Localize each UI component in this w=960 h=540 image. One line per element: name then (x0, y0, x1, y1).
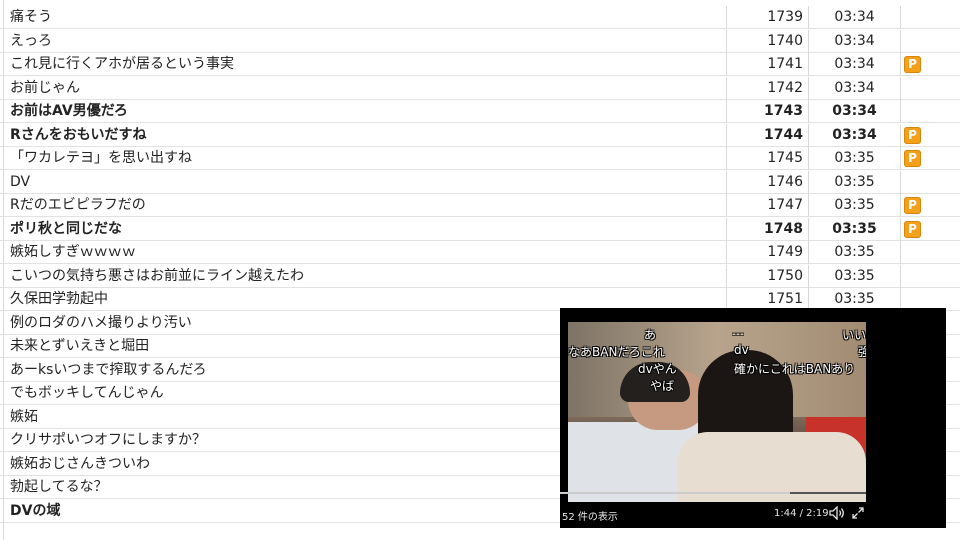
premium-cell (900, 6, 960, 29)
volume-icon[interactable] (829, 506, 845, 520)
comment-time: 03:35 (808, 218, 900, 241)
comment-number: 1747 (726, 194, 808, 217)
premium-badge-icon: P (904, 127, 921, 144)
comment-time: 03:34 (808, 124, 900, 147)
premium-cell (900, 241, 960, 264)
comment-text: ポリ秋と同じだな (10, 221, 122, 237)
table-row[interactable]: DV 1746 03:35 (0, 171, 960, 194)
premium-cell (900, 77, 960, 100)
danmaku-comment: dvやん (638, 362, 677, 376)
comment-count-label: 52 件の表示 (562, 512, 618, 523)
comment-text: Rさんをおもいだすね (10, 127, 147, 143)
comment-number: 1743 (726, 100, 808, 123)
comment-number: 1750 (726, 265, 808, 288)
danmaku-comment: いい (842, 328, 866, 342)
premium-cell: P (900, 147, 960, 170)
premium-badge-icon: P (904, 56, 921, 73)
premium-cell (900, 100, 960, 123)
table-row[interactable]: えっろ 1740 03:34 (0, 30, 960, 53)
danmaku-comment: やば (650, 379, 675, 393)
comment-text: えっろ (10, 33, 52, 49)
comment-number: 1739 (726, 6, 808, 29)
comment-text: お前はAV男優だろ (10, 103, 128, 119)
comment-number: 1748 (726, 218, 808, 241)
comment-text: 痛そう (10, 9, 52, 25)
comment-time: 03:34 (808, 30, 900, 53)
danmaku-comment: dv (734, 343, 749, 357)
table-row[interactable]: Rだのエビピラフだの 1747 03:35 P (0, 194, 960, 217)
comment-time: 03:35 (808, 265, 900, 288)
comment-time: 03:34 (808, 77, 900, 100)
danmaku-comment: あ (644, 328, 657, 342)
comment-number: 1744 (726, 124, 808, 147)
comment-text: お前じゃん (10, 80, 80, 96)
comment-text: 嫉妬しすぎｗｗｗｗ (10, 244, 136, 260)
fullscreen-icon[interactable] (852, 507, 864, 519)
premium-badge-icon: P (904, 197, 921, 214)
comment-text: Rだのエビピラフだの (10, 197, 146, 213)
video-frame[interactable]: あ … いい なあBANだろこれ dv 強 dvやん 確かにこれはBANあり や… (568, 322, 866, 502)
premium-cell: P (900, 218, 960, 241)
premium-cell (900, 171, 960, 194)
video-player[interactable]: あ … いい なあBANだろこれ dv 強 dvやん 確かにこれはBANあり や… (560, 308, 946, 528)
comment-time: 03:34 (808, 100, 900, 123)
table-row[interactable]: 「ワカレテヨ」を思い出すね 1745 03:35 P (0, 147, 960, 170)
table-row[interactable]: 痛そう 1739 03:34 (0, 6, 960, 29)
premium-cell: P (900, 124, 960, 147)
comment-number: 1742 (726, 77, 808, 100)
table-row[interactable]: 嫉妬しすぎｗｗｗｗ 1749 03:35 (0, 241, 960, 264)
comment-number: 1746 (726, 171, 808, 194)
table-row[interactable]: Rさんをおもいだすね 1744 03:34 P (0, 124, 960, 147)
premium-cell: P (900, 53, 960, 76)
comment-time: 03:34 (808, 6, 900, 29)
comment-time: 03:35 (808, 241, 900, 264)
seek-bar-fill (560, 492, 790, 494)
danmaku-comment: … (732, 324, 744, 338)
comment-text: DV (10, 174, 31, 190)
table-row[interactable]: ポリ秋と同じだな 1748 03:35 P (0, 218, 960, 241)
premium-badge-icon: P (904, 150, 921, 167)
comment-number: 1741 (726, 53, 808, 76)
seek-bar[interactable] (560, 492, 866, 494)
table-row[interactable]: お前はAV男優だろ 1743 03:34 (0, 100, 960, 123)
premium-cell: P (900, 194, 960, 217)
comment-text: 「ワカレテヨ」を思い出すね (10, 150, 192, 166)
comment-text: こいつの気持ち悪さはお前並にライン越えたわ (10, 268, 304, 284)
playback-time: 1:44 / 2:19 (774, 508, 829, 519)
danmaku-comment: 強 (858, 345, 866, 359)
danmaku-comment: 確かにこれはBANあり (734, 362, 856, 376)
comment-time: 03:34 (808, 53, 900, 76)
comment-time: 03:35 (808, 171, 900, 194)
premium-cell (900, 30, 960, 53)
premium-badge-icon: P (904, 221, 921, 238)
comment-number: 1740 (726, 30, 808, 53)
comment-number: 1749 (726, 241, 808, 264)
comment-number: 1745 (726, 147, 808, 170)
table-row[interactable]: お前じゃん 1742 03:34 (0, 77, 960, 100)
comment-time: 03:35 (808, 147, 900, 170)
premium-cell (900, 265, 960, 288)
comment-text: これ見に行くアホが居るという事実 (10, 56, 234, 72)
danmaku-comment: なあBANだろこれ (568, 345, 665, 359)
table-row[interactable]: これ見に行くアホが居るという事実 1741 03:34 P (0, 53, 960, 76)
comment-time: 03:35 (808, 194, 900, 217)
table-row[interactable]: こいつの気持ち悪さはお前並にライン越えたわ 1750 03:35 (0, 265, 960, 288)
